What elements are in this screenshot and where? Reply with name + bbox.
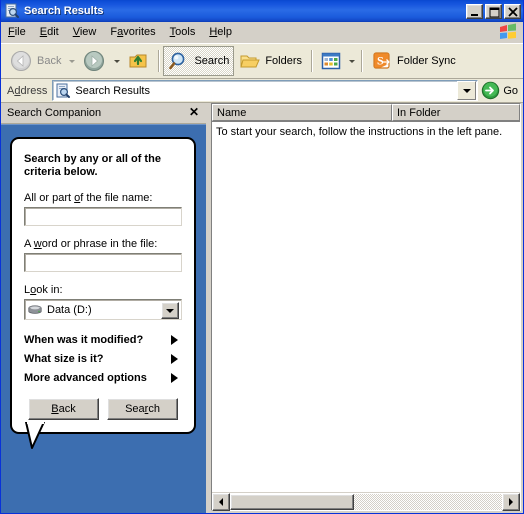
toolbar-separator-1 — [158, 50, 160, 72]
up-one-level-button[interactable] — [122, 46, 154, 76]
address-input[interactable]: Search Results — [52, 80, 479, 101]
search-results-icon — [55, 83, 71, 99]
search-results-icon — [4, 3, 20, 19]
folders-button-label: Folders — [265, 55, 303, 67]
look-in-value: Data (D:) — [47, 303, 92, 316]
caption-buttons — [466, 3, 521, 19]
scroll-left-button[interactable] — [212, 492, 230, 511]
companion-back-button[interactable]: Back — [28, 398, 99, 420]
svg-text:S: S — [377, 54, 384, 68]
scroll-right-button[interactable] — [502, 492, 520, 511]
speech-bubble-tail — [24, 419, 50, 450]
menu-bar: File Edit View Favorites Tools Help — [1, 22, 523, 43]
close-button[interactable] — [504, 3, 521, 19]
menu-item-tools[interactable]: Tools — [163, 24, 203, 41]
search-criteria-heading: Search by any or all of the criteria bel… — [24, 153, 161, 178]
window-title: Search Results — [24, 5, 104, 17]
chevron-right-icon — [171, 335, 178, 345]
address-bar: Address Search Results Go — [1, 79, 523, 103]
toolbar: Back Search Folders S Folder Sync — [1, 43, 523, 79]
go-button[interactable]: Go — [478, 80, 523, 101]
back-button[interactable]: Back — [4, 46, 66, 76]
search-button[interactable]: Search — [163, 46, 235, 76]
what-size-expander[interactable]: What size is it? — [24, 353, 182, 365]
search-companion-pane: Search Companion ✕ Search by any or all … — [1, 103, 207, 513]
hard-drive-icon — [27, 302, 43, 318]
companion-search-button[interactable]: Search — [107, 398, 178, 420]
close-icon[interactable]: ✕ — [189, 106, 199, 118]
search-companion-buttons: Back Search — [24, 398, 182, 420]
when-modified-label: When was it modified? — [24, 334, 144, 346]
filename-input[interactable] — [24, 207, 182, 226]
folder-sync-button-label: Folder Sync — [397, 55, 456, 67]
title-bar[interactable]: Search Results — [1, 0, 523, 22]
look-in-dropdown-arrow[interactable] — [161, 302, 179, 319]
search-criteria-bubble: Search by any or all of the criteria bel… — [10, 137, 196, 434]
menu-item-edit[interactable]: Edit — [33, 24, 66, 41]
look-in-dropdown[interactable]: Data (D:) — [24, 299, 182, 320]
results-pane: Name In Folder To start your search, fol… — [211, 103, 521, 511]
horizontal-scrollbar[interactable] — [212, 492, 520, 511]
forward-button[interactable] — [77, 46, 111, 76]
windows-flag-logo — [497, 23, 519, 41]
back-dropdown-arrow[interactable] — [66, 46, 77, 76]
folders-button[interactable]: Folders — [234, 46, 307, 76]
minimize-button[interactable] — [466, 3, 483, 19]
folder-sync-button[interactable]: S Folder Sync — [366, 46, 461, 76]
maximize-button[interactable] — [485, 3, 502, 19]
views-dropdown-arrow[interactable] — [346, 46, 357, 76]
menu-item-favorites[interactable]: Favorites — [103, 24, 162, 41]
column-header-in-folder[interactable]: In Folder — [392, 104, 520, 121]
chevron-right-icon — [171, 373, 178, 383]
forward-dropdown-arrow[interactable] — [111, 46, 122, 76]
more-advanced-options-label: More advanced options — [24, 372, 147, 384]
search-companion-title: Search Companion — [7, 107, 102, 119]
when-modified-expander[interactable]: When was it modified? — [24, 334, 182, 346]
search-companion-header: Search Companion ✕ — [1, 103, 206, 124]
scrollbar-thumb[interactable] — [230, 493, 354, 510]
address-label: Address — [7, 84, 48, 97]
filename-field-label: All or part of the file name: — [24, 192, 153, 204]
views-button[interactable] — [316, 46, 346, 76]
toolbar-separator-2 — [311, 50, 313, 72]
menu-item-file[interactable]: File — [1, 24, 33, 41]
toolbar-separator-3 — [361, 50, 363, 72]
address-dropdown-button[interactable] — [457, 81, 477, 100]
what-size-label: What size is it? — [24, 353, 104, 365]
word-phrase-field-label: A word or phrase in the file: — [24, 238, 158, 250]
more-advanced-options-expander[interactable]: More advanced options — [24, 372, 182, 384]
go-button-label: Go — [503, 84, 518, 97]
search-button-label: Search — [194, 55, 230, 67]
scrollbar-track[interactable] — [230, 493, 502, 510]
results-column-header: Name In Folder — [212, 104, 520, 122]
column-header-name[interactable]: Name — [212, 104, 392, 121]
results-list[interactable]: To start your search, follow the instruc… — [212, 122, 520, 492]
search-companion-body: Search by any or all of the criteria bel… — [1, 124, 206, 513]
menu-item-help[interactable]: Help — [202, 24, 239, 41]
back-button-label: Back — [37, 55, 62, 67]
chevron-right-icon — [171, 354, 178, 364]
search-results-window: Search Results File Edit View Favorites … — [0, 0, 524, 514]
word-phrase-input[interactable] — [24, 253, 182, 272]
look-in-label: Look in: — [24, 284, 63, 296]
window-body: Search Companion ✕ Search by any or all … — [1, 103, 523, 513]
address-value: Search Results — [75, 84, 150, 97]
results-empty-message: To start your search, follow the instruc… — [216, 126, 503, 138]
menu-item-view[interactable]: View — [66, 24, 104, 41]
